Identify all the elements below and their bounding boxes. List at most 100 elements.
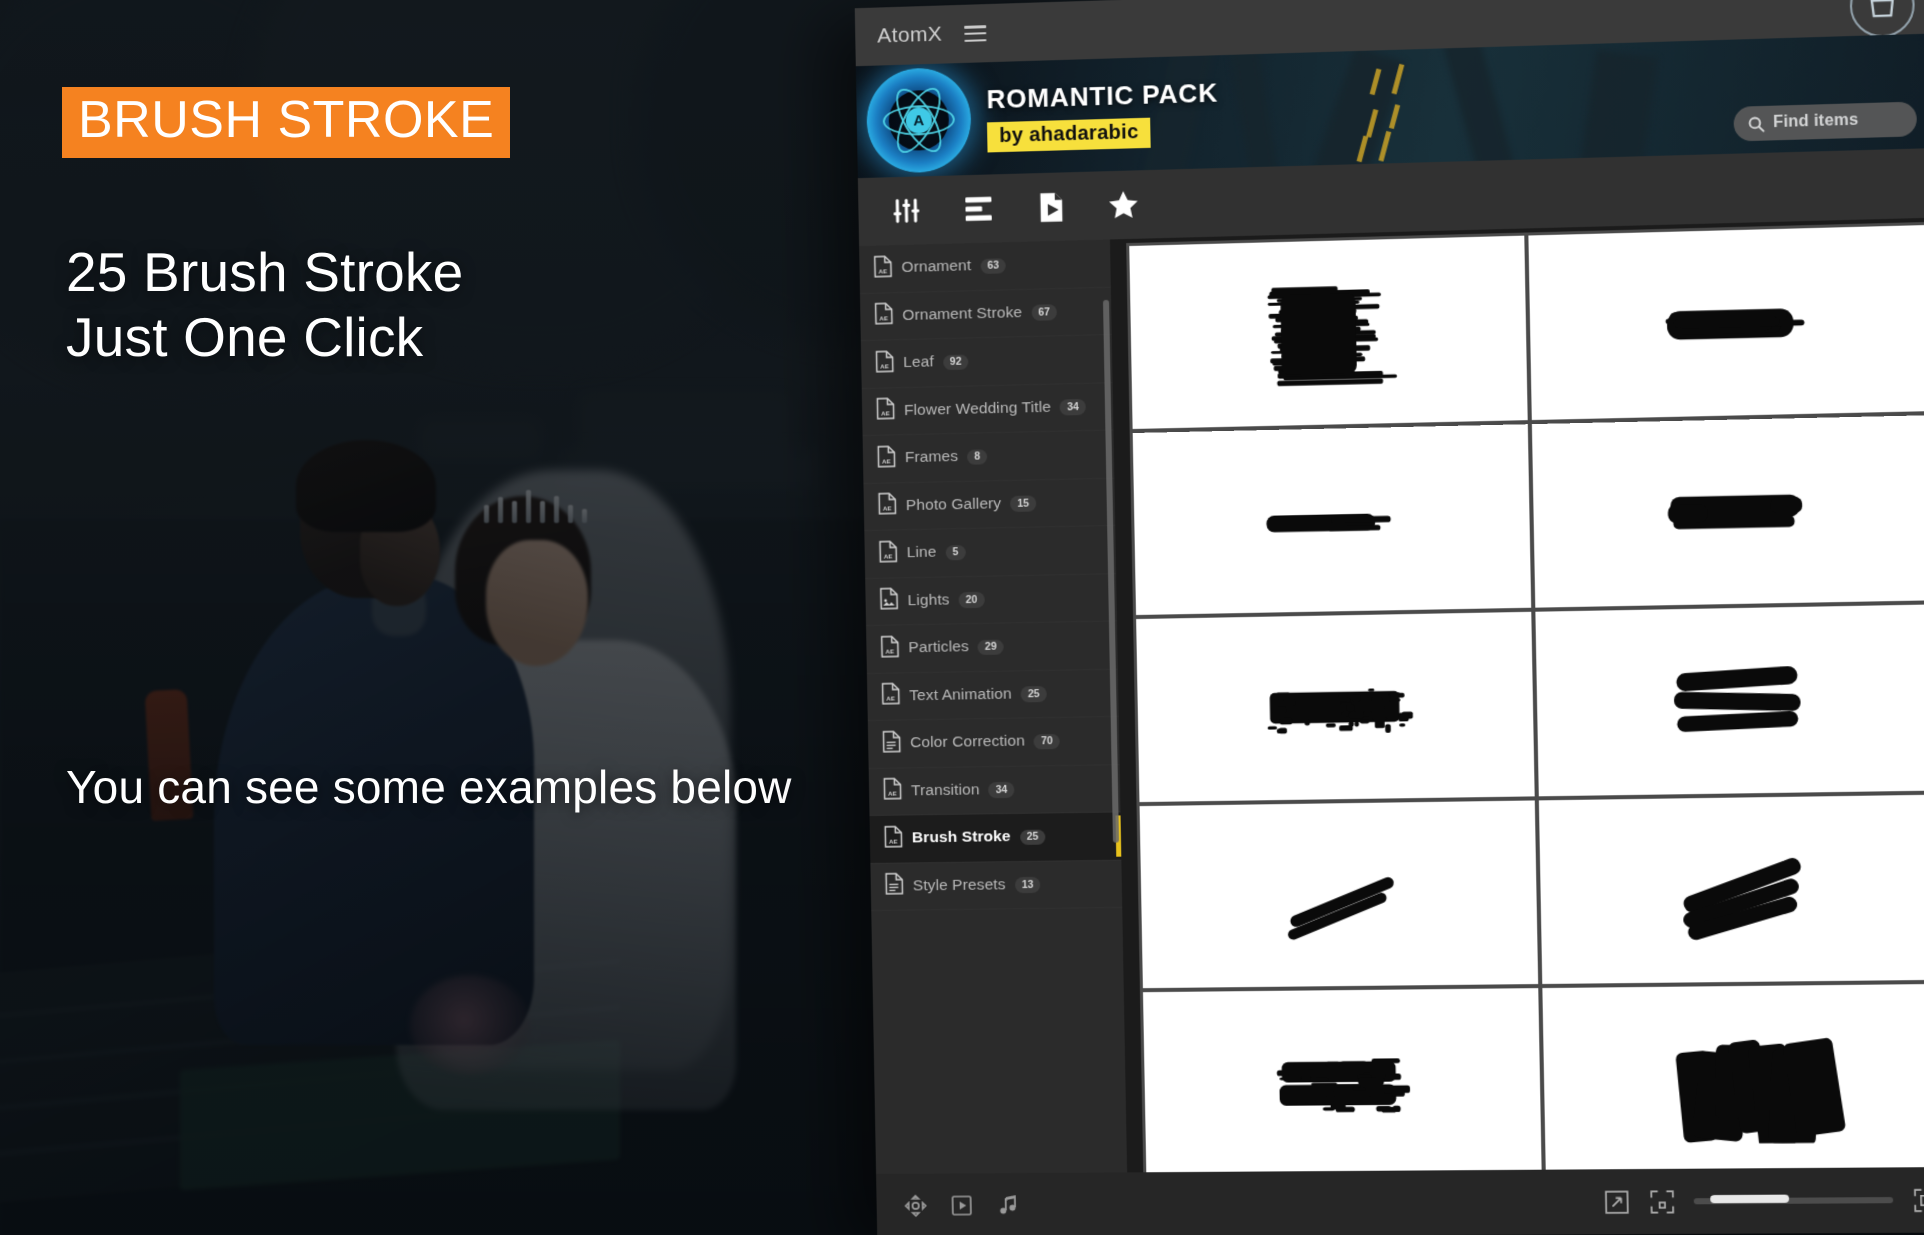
- ae-file-icon: AE: [874, 303, 893, 330]
- sidebar-item-label: Text Animation: [909, 685, 1012, 705]
- sidebar-item-brush-stroke[interactable]: AE Brush Stroke 25: [870, 812, 1122, 863]
- ae-file-icon: AE: [878, 493, 897, 520]
- svg-text:AE: AE: [879, 316, 888, 323]
- svg-text:AE: AE: [889, 839, 898, 846]
- brush-stroke-thumb-2[interactable]: [1528, 225, 1924, 420]
- brush-stroke-thumb-1-art: [1169, 264, 1487, 400]
- svg-text:AE: AE: [885, 649, 894, 656]
- hamburger-icon[interactable]: [964, 25, 986, 42]
- sidebar-item-label: Frames: [905, 448, 959, 467]
- list-icon[interactable]: [960, 191, 997, 226]
- svg-text:AE: AE: [883, 506, 892, 513]
- ae-file-icon: AE: [881, 683, 900, 710]
- brush-stroke-thumb-4-art: [1572, 443, 1896, 579]
- doc-file-icon: [885, 873, 904, 900]
- brush-stroke-thumb-3-art: [1172, 452, 1490, 587]
- sidebar-item-count: 70: [1034, 733, 1060, 749]
- svg-text:AE: AE: [880, 364, 889, 371]
- sidebar-item-label: Style Presets: [913, 876, 1006, 895]
- sidebar-item-color-correction[interactable]: Color Correction 70: [868, 717, 1120, 769]
- sidebar-item-frames[interactable]: AE Frames 8: [863, 430, 1115, 483]
- expand-arrows-icon[interactable]: [1603, 1188, 1630, 1215]
- ae-file-icon: AE: [884, 825, 903, 852]
- ae-file-icon: AE: [875, 350, 894, 377]
- brush-stroke-thumb-3[interactable]: [1133, 424, 1532, 615]
- sidebar-item-text-animation[interactable]: AE Text Animation 25: [867, 669, 1119, 721]
- brush-stroke-thumb-8[interactable]: [1539, 794, 1924, 984]
- brush-stroke-thumb-5-art: [1176, 640, 1495, 774]
- sidebar-item-photo-gallery[interactable]: AE Photo Gallery 15: [863, 478, 1115, 531]
- sidebar-item-leaf[interactable]: AE Leaf 92: [861, 335, 1113, 389]
- sidebar-item-count: 63: [980, 258, 1006, 274]
- sidebar-item-count: 67: [1031, 304, 1057, 320]
- sidebar-item-label: Particles: [908, 638, 969, 657]
- ae-file-icon: AE: [876, 398, 895, 425]
- category-sidebar[interactable]: AE Ornament 63 AE Ornament Stroke 67 AE Leaf 92 A…: [859, 239, 1127, 1174]
- subline-text: You can see some examples below: [66, 760, 792, 814]
- search-input[interactable]: Find items: [1733, 102, 1917, 142]
- sidebar-item-count: 15: [1010, 495, 1036, 511]
- sidebar-item-count: 8: [967, 449, 987, 465]
- sidebar-item-label: Brush Stroke: [912, 828, 1011, 847]
- search-icon: [1747, 115, 1765, 133]
- headline-text: 25 Brush Stroke Just One Click: [66, 240, 463, 370]
- brush-stroke-thumb-9-art: [1183, 1017, 1502, 1148]
- atomx-logo-icon: A: [866, 67, 972, 174]
- brush-stroke-thumb-7[interactable]: [1140, 800, 1539, 988]
- panel-body: AE Ornament 63 AE Ornament Stroke 67 AE Leaf 92 A…: [859, 217, 1924, 1174]
- ae-file-icon: AE: [878, 540, 897, 567]
- search-placeholder: Find items: [1773, 111, 1859, 132]
- brush-stroke-thumb-10-art: [1583, 1013, 1907, 1145]
- sidebar-item-lights[interactable]: Lights 20: [865, 574, 1117, 626]
- zoom-slider[interactable]: [1694, 1197, 1894, 1204]
- sidebar-item-label: Photo Gallery: [906, 495, 1002, 515]
- brush-stroke-thumb-4[interactable]: [1532, 415, 1924, 608]
- svg-text:AE: AE: [878, 269, 887, 276]
- headline-line-1: 25 Brush Stroke: [66, 240, 463, 305]
- brush-stroke-thumb-5[interactable]: [1136, 612, 1535, 802]
- svg-text:AE: AE: [882, 459, 891, 466]
- image-file-icon: [879, 588, 898, 615]
- app-title: AtomX: [877, 23, 942, 49]
- sidebar-item-ornament-stroke[interactable]: AE Ornament Stroke 67: [860, 287, 1112, 341]
- sidebar-item-flower-wedding-title[interactable]: AE Flower Wedding Title 34: [862, 383, 1114, 436]
- sidebar-item-ornament[interactable]: AE Ornament 63: [859, 239, 1111, 293]
- sidebar-item-style-presets[interactable]: Style Presets 13: [870, 860, 1122, 911]
- sidebar-item-label: Line: [907, 544, 937, 563]
- file-play-icon[interactable]: [1032, 189, 1069, 224]
- sidebar-item-count: 5: [945, 545, 965, 561]
- brush-stroke-thumb-10[interactable]: [1542, 984, 1924, 1172]
- sidebar-item-label: Ornament Stroke: [902, 304, 1022, 325]
- transform-icon[interactable]: [902, 1193, 928, 1219]
- svg-text:AE: AE: [884, 554, 893, 561]
- sidebar-item-count: 25: [1021, 686, 1047, 702]
- fit-small-icon[interactable]: [1648, 1188, 1675, 1215]
- sidebar-item-transition[interactable]: AE Transition 34: [869, 765, 1121, 816]
- brush-stroke-thumb-1[interactable]: [1129, 236, 1527, 429]
- star-icon[interactable]: [1105, 187, 1142, 222]
- music-note-icon[interactable]: [995, 1192, 1022, 1218]
- sidebar-item-line[interactable]: AE Line 5: [864, 526, 1116, 579]
- svg-text:AE: AE: [888, 791, 897, 798]
- shopping-bag-icon[interactable]: [1849, 0, 1915, 38]
- sidebar-item-particles[interactable]: AE Particles 29: [866, 621, 1118, 673]
- sidebar-item-count: 29: [978, 639, 1004, 655]
- sidebar-item-label: Leaf: [903, 354, 934, 373]
- brush-stroke-thumb-6-art: [1576, 633, 1900, 768]
- brush-stroke-thumb-8-art: [1579, 823, 1903, 956]
- sidebar-item-count: 25: [1020, 829, 1046, 845]
- svg-text:AE: AE: [886, 696, 895, 703]
- sidebar-item-label: Color Correction: [910, 733, 1025, 753]
- brush-stroke-thumb-2-art: [1569, 254, 1893, 391]
- sliders-icon[interactable]: [888, 193, 925, 228]
- brush-stroke-thumb-9[interactable]: [1143, 988, 1542, 1172]
- thumbnail-grid[interactable]: [1126, 222, 1924, 1173]
- brush-stroke-thumb-6[interactable]: [1535, 605, 1924, 797]
- ae-file-icon: AE: [877, 445, 896, 472]
- panel-statusbar: [876, 1167, 1924, 1235]
- video-play-icon[interactable]: [948, 1192, 975, 1218]
- sidebar-item-label: Transition: [911, 781, 980, 800]
- ae-file-icon: AE: [880, 635, 899, 662]
- atomx-panel-window: AtomX A ROMANTIC PACK by ahadarabic Find…: [855, 0, 1924, 1235]
- fit-large-icon[interactable]: [1912, 1187, 1924, 1214]
